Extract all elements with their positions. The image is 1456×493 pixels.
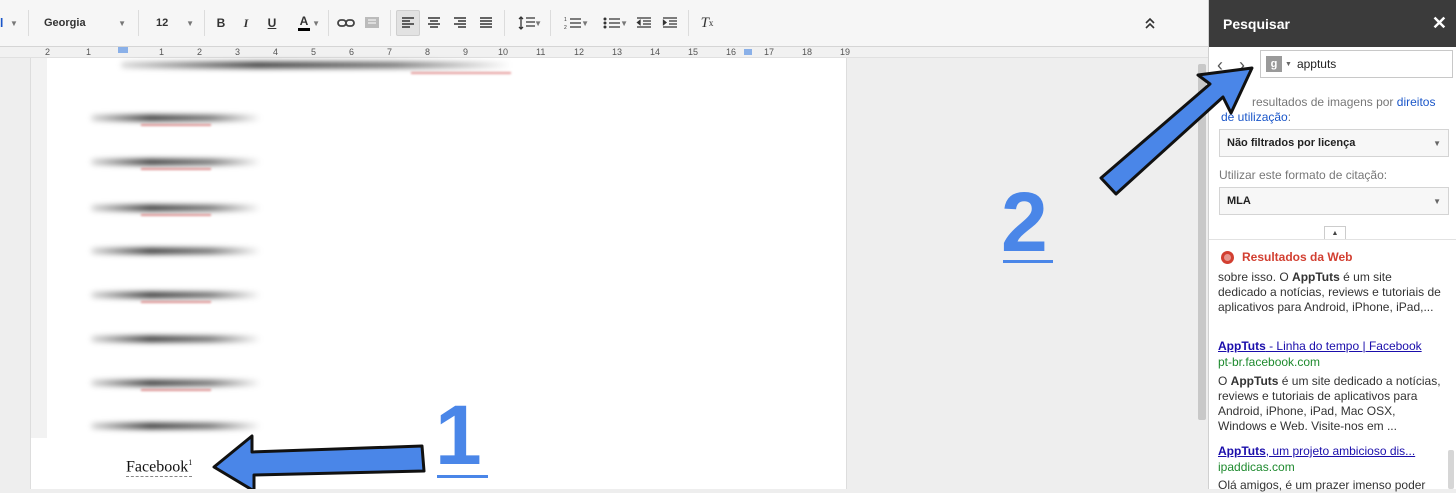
- annotation-underline: [437, 475, 488, 478]
- annotation-arrow-1: [212, 434, 426, 489]
- annotation-underline: [1003, 260, 1053, 263]
- annotation-arrows: [212, 66, 1254, 489]
- annotation-number-2: 2: [1001, 175, 1048, 269]
- annotation-arrow-2: [1099, 66, 1254, 196]
- annotation-number-1: 1: [435, 388, 482, 482]
